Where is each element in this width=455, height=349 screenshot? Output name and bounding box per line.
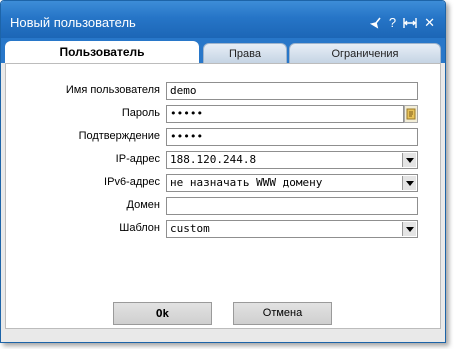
ip-select-value: 188.120.244.8: [170, 153, 257, 166]
chevron-down-icon[interactable]: [402, 153, 416, 167]
key-icon: [406, 108, 416, 120]
template-row: Шаблон custom: [6, 220, 442, 238]
ip-select[interactable]: 188.120.244.8: [166, 151, 418, 169]
domain-label: Домен: [126, 199, 160, 211]
password-row: Пароль •••••: [6, 105, 442, 123]
tab-rights[interactable]: Права: [203, 43, 287, 63]
ipv6-select-value: не назначать WWW домену: [170, 176, 323, 189]
cancel-button[interactable]: Отмена: [233, 302, 332, 325]
form-panel: Имя пользователя demo Пароль ••••• Подтв…: [5, 63, 441, 329]
template-select[interactable]: custom: [166, 220, 418, 238]
tab-bar: Пользователь Права Ограничения: [1, 38, 445, 64]
close-icon[interactable]: ✕: [424, 16, 435, 30]
domain-input[interactable]: [166, 197, 418, 215]
ok-button[interactable]: Ok: [113, 302, 212, 325]
ipv6-select[interactable]: не назначать WWW домену: [166, 174, 418, 192]
template-label: Шаблон: [119, 222, 160, 234]
tab-limits[interactable]: Ограничения: [289, 43, 441, 63]
title-icons: ? ✕: [369, 15, 435, 31]
confirm-input[interactable]: •••••: [166, 128, 418, 146]
template-select-value: custom: [170, 222, 210, 235]
ipv6-label: IPv6-адрес: [104, 176, 160, 188]
confirm-label: Подтверждение: [78, 130, 160, 142]
chevron-down-icon[interactable]: [402, 176, 416, 190]
password-label: Пароль: [121, 107, 160, 119]
title-bar[interactable]: Новый пользователь ? ✕: [1, 1, 445, 38]
username-input[interactable]: demo: [166, 82, 418, 100]
ipv6-row: IPv6-адрес не назначать WWW домену: [6, 174, 442, 192]
username-row: Имя пользователя demo: [6, 82, 442, 100]
tab-user[interactable]: Пользователь: [5, 41, 199, 64]
chevron-down-icon[interactable]: [402, 222, 416, 236]
ip-row: IP-адрес 188.120.244.8: [6, 151, 442, 169]
username-label: Имя пользователя: [65, 84, 160, 96]
help-icon[interactable]: ?: [389, 16, 396, 30]
confirm-row: Подтверждение •••••: [6, 128, 442, 146]
broom-icon[interactable]: [369, 17, 382, 29]
password-generate-button[interactable]: [404, 105, 418, 123]
ip-label: IP-адрес: [115, 153, 160, 165]
dialog-title: Новый пользователь: [10, 15, 136, 30]
new-user-dialog: Новый пользователь ? ✕ Пользователь Прав…: [0, 0, 446, 343]
password-input[interactable]: •••••: [166, 105, 404, 123]
domain-row: Домен: [6, 197, 442, 215]
maximize-icon[interactable]: [403, 17, 417, 29]
